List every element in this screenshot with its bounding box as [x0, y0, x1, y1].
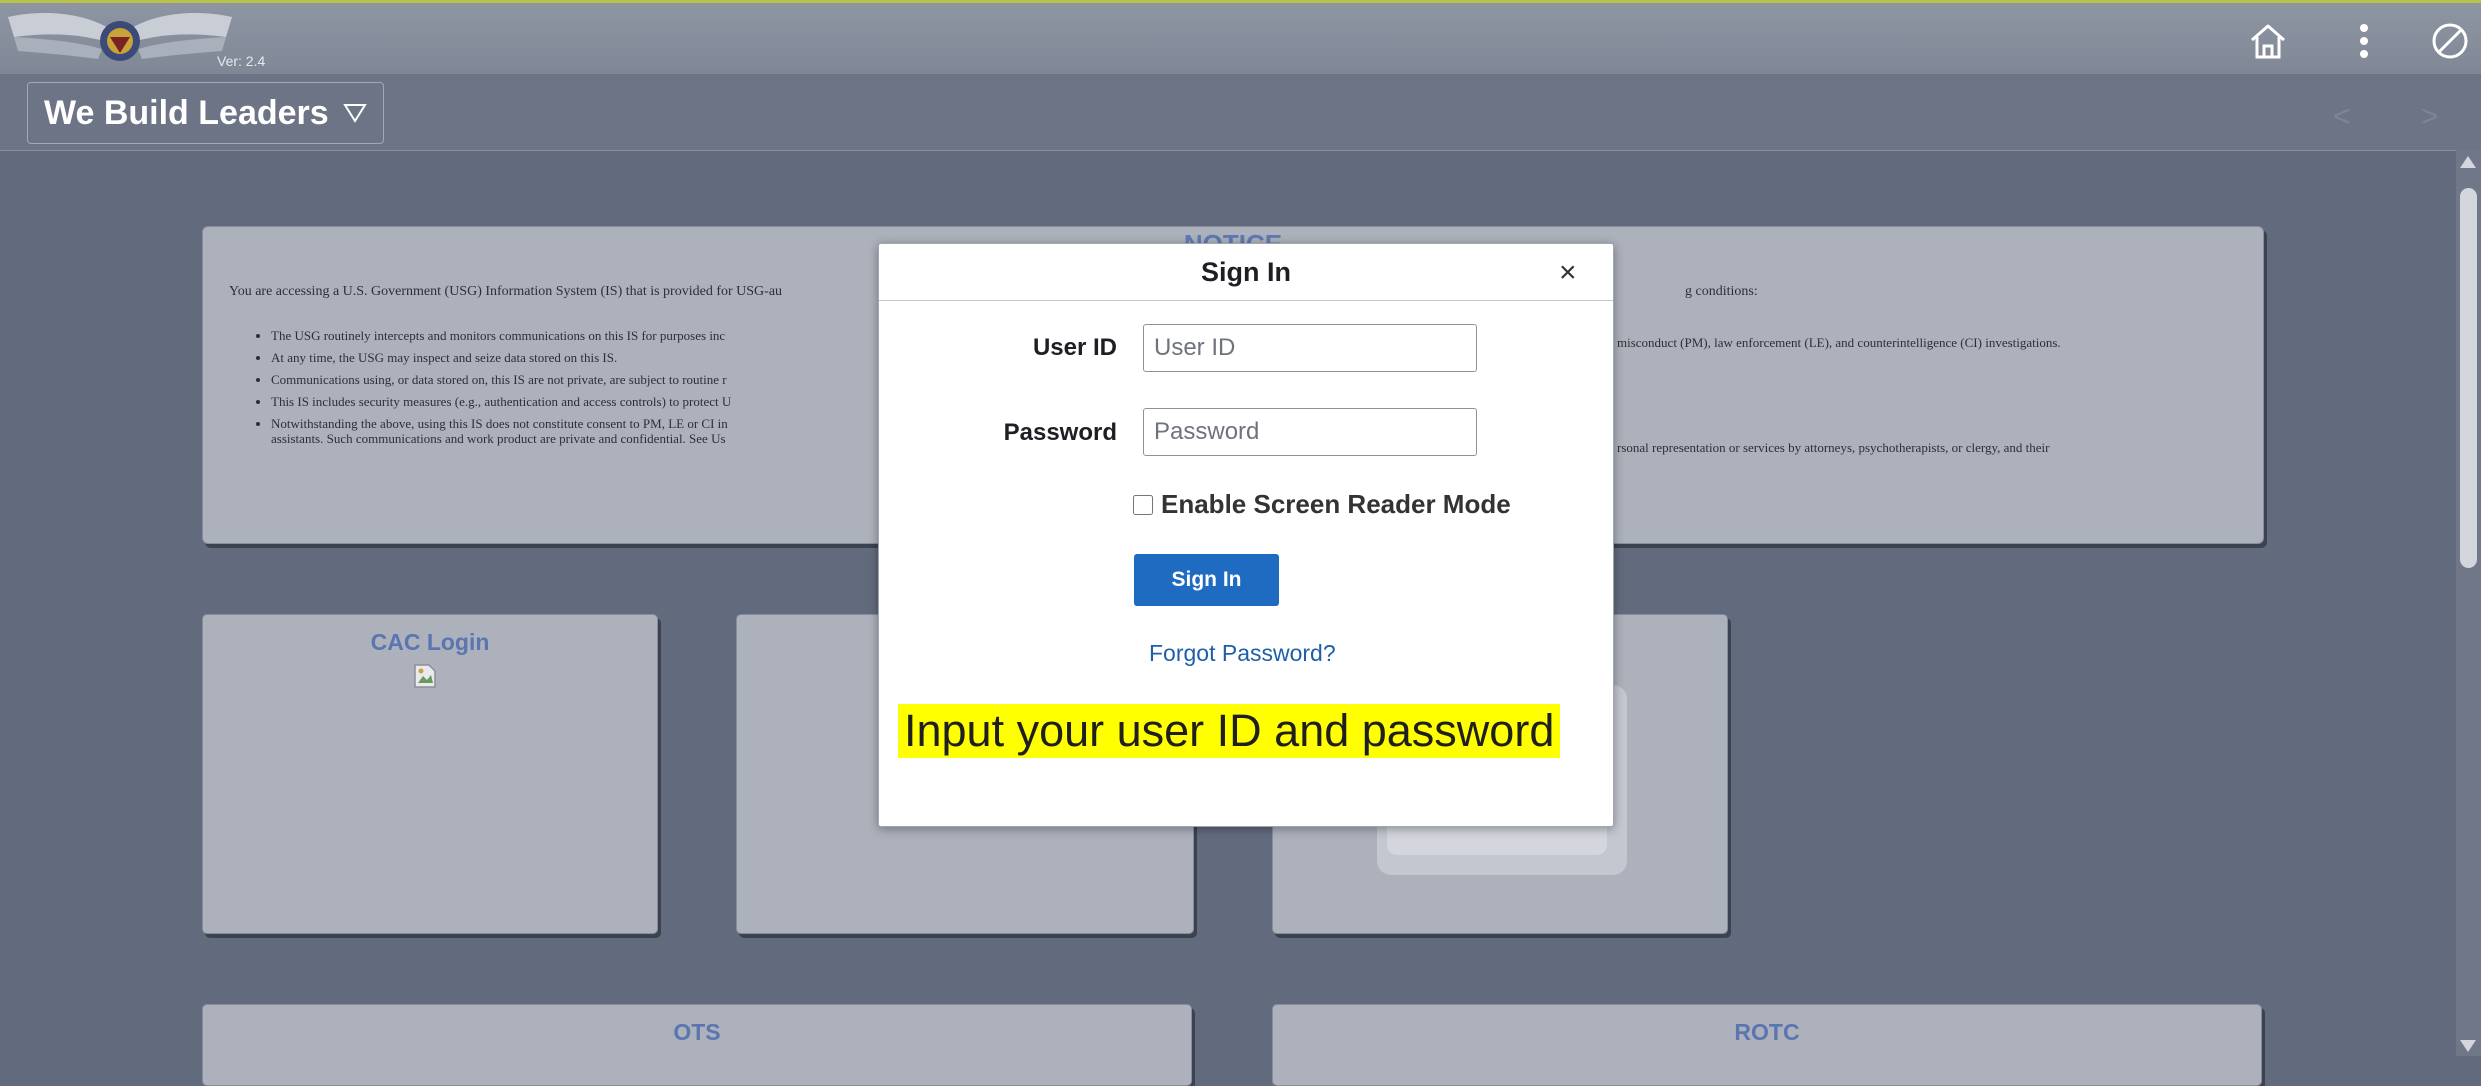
dialog-title: Sign In — [1201, 257, 1291, 287]
screen-reader-checkbox[interactable] — [1133, 494, 1153, 515]
password-input[interactable] — [1143, 408, 1477, 456]
forgot-password-link[interactable]: Forgot Password? — [1149, 640, 1336, 667]
top-header-bar: Ver: 2.4 — [0, 0, 2481, 77]
userid-label: User ID — [1032, 334, 1117, 361]
triangle-down-icon — [342, 104, 367, 123]
no-entry-icon[interactable] — [2428, 19, 2472, 63]
prev-page-arrow[interactable]: < — [2333, 100, 2351, 134]
page-title: We Build Leaders — [44, 93, 329, 132]
tile-ots[interactable]: OTS — [202, 1004, 1192, 1086]
close-icon[interactable]: × — [1559, 256, 1577, 290]
tile-cac-login[interactable]: CAC Login — [202, 614, 658, 934]
kebab-menu-icon[interactable] — [2342, 19, 2386, 63]
tile-title-rotc: ROTC — [1734, 1019, 1800, 1045]
broken-image-icon — [414, 664, 436, 688]
next-page-arrow[interactable]: > — [2421, 100, 2439, 134]
screen-reader-option: Enable Screen Reader Mode — [1133, 489, 1511, 520]
notice-bullet-1-right: misconduct (PM), law enforcement (LE), a… — [1617, 335, 2061, 350]
tile-title-cac-login: CAC Login — [370, 629, 490, 655]
scrollbar-thumb[interactable] — [2460, 188, 2477, 568]
sign-in-dialog: Sign In × User ID Password Enable Screen… — [878, 243, 1614, 827]
sign-in-button[interactable]: Sign In — [1134, 554, 1279, 606]
userid-input[interactable] — [1143, 324, 1477, 372]
notice-intro: You are accessing a U.S. Government (USG… — [229, 284, 783, 299]
air-force-wings-logo — [8, 13, 232, 61]
tile-title-ots: OTS — [673, 1019, 721, 1045]
page-title-dropdown[interactable]: We Build Leaders — [27, 82, 384, 144]
screen-reader-label[interactable]: Enable Screen Reader Mode — [1161, 489, 1511, 520]
home-icon[interactable] — [2246, 19, 2290, 63]
notice-bullet-5-right: rsonal representation or services by att… — [1617, 440, 2050, 455]
scroll-up-arrow[interactable] — [2460, 156, 2476, 168]
notice-intro-right: g conditions: — [1685, 284, 1758, 299]
password-label: Password — [1003, 419, 1117, 446]
scroll-down-arrow[interactable] — [2460, 1040, 2476, 1052]
annotation-callout: Input your user ID and password — [898, 704, 1561, 758]
tile-rotc[interactable]: ROTC — [1272, 1004, 2262, 1086]
version-label: Ver: 2.4 — [217, 53, 266, 69]
dialog-header: Sign In × — [879, 244, 1613, 301]
